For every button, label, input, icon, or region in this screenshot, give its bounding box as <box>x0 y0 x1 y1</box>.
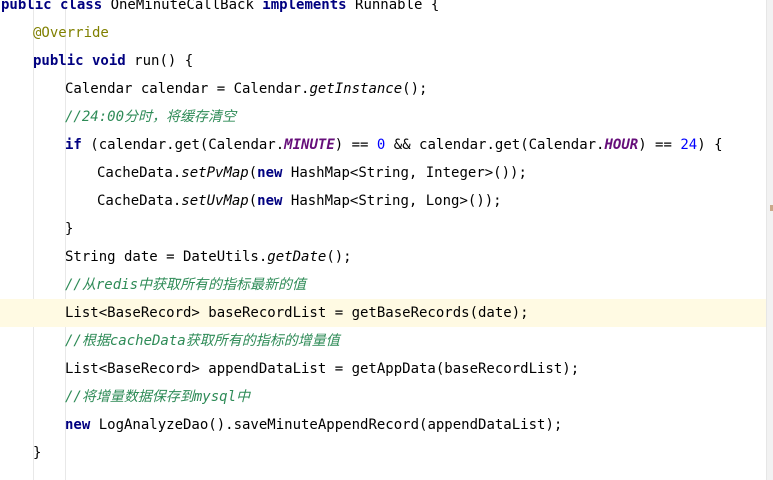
code-line[interactable]: if (calendar.get(Calendar.MINUTE) == 0 &… <box>0 131 766 159</box>
code-line[interactable]: //从redis中获取所有的指标最新的值 <box>0 271 766 299</box>
code-token: } <box>33 445 42 461</box>
code-text: //从redis中获取所有的指标最新的值 <box>65 271 306 299</box>
code-line[interactable]: //根据cacheData获取所有的指标的增量值 <box>0 327 766 355</box>
code-text: public void run() { <box>33 47 193 75</box>
code-token: OneMinuteCallBack <box>110 0 263 13</box>
code-token: CacheData. <box>97 165 182 181</box>
code-text: public class OneMinuteCallBack implement… <box>1 0 439 19</box>
code-line[interactable]: @Override <box>0 19 766 47</box>
code-token: getInstance <box>309 81 403 97</box>
code-line[interactable]: } <box>0 215 766 243</box>
editor-scroll-gutter[interactable] <box>767 0 773 480</box>
code-token: } <box>65 221 74 237</box>
code-text: List<BaseRecord> baseRecordList = getBas… <box>65 299 529 327</box>
code-token: HOUR <box>604 137 639 153</box>
code-text: Calendar calendar = Calendar.getInstance… <box>65 75 427 103</box>
code-line[interactable]: List<BaseRecord> baseRecordList = getBas… <box>0 299 766 327</box>
code-token: if <box>65 137 91 153</box>
code-line[interactable]: Calendar calendar = Calendar.getInstance… <box>0 75 766 103</box>
code-token: //将增量数据保存到mysql中 <box>65 389 251 405</box>
code-token: getDate <box>267 249 327 265</box>
code-token: (calendar.get(Calendar. <box>90 137 285 153</box>
code-token: LogAnalyzeDao().saveMinuteAppendRecord(a… <box>98 417 563 433</box>
code-token: (); <box>402 81 428 97</box>
code-token: //24:00分时，将缓存清空 <box>65 109 237 125</box>
code-token: //根据cacheData获取所有的指标的增量值 <box>65 333 340 349</box>
code-line[interactable]: public class OneMinuteCallBack implement… <box>0 0 766 19</box>
code-line[interactable]: String date = DateUtils.getDate(); <box>0 243 766 271</box>
code-token: new <box>65 417 99 433</box>
code-token: ) == <box>638 137 681 153</box>
code-text: } <box>33 439 41 467</box>
code-token: setUvMap <box>181 193 249 209</box>
code-token: List<BaseRecord> appendDataList = getApp… <box>65 361 580 377</box>
code-token: ( <box>248 165 258 181</box>
code-token: @Override <box>33 25 109 41</box>
code-line[interactable]: //将增量数据保存到mysql中 <box>0 383 766 411</box>
code-text: CacheData.setPvMap(new HashMap<String, I… <box>97 159 527 187</box>
code-token: run() { <box>134 53 194 69</box>
code-token: 0 <box>376 137 394 153</box>
code-token: (); <box>326 249 352 265</box>
code-text: //24:00分时，将缓存清空 <box>65 103 236 131</box>
code-text: List<BaseRecord> appendDataList = getApp… <box>65 355 579 383</box>
code-token: && calendar.get(Calendar. <box>393 137 605 153</box>
code-token: public void <box>33 53 135 69</box>
code-token: MINUTE <box>284 137 335 153</box>
code-token: //从redis中获取所有的指标最新的值 <box>65 277 307 293</box>
code-token: List<BaseRecord> baseRecordList = getBas… <box>65 305 529 321</box>
code-token: implements <box>262 0 356 13</box>
code-token: new <box>257 193 291 209</box>
code-text: CacheData.setUvMap(new HashMap<String, L… <box>97 187 502 215</box>
code-token: ) == <box>334 137 377 153</box>
code-text: String date = DateUtils.getDate(); <box>65 243 352 271</box>
code-text: new LogAnalyzeDao().saveMinuteAppendReco… <box>65 411 562 439</box>
code-token: String date = DateUtils. <box>65 249 268 265</box>
code-token: ( <box>248 193 258 209</box>
code-token: HashMap<String, Integer>()); <box>290 165 527 181</box>
code-token: new <box>257 165 291 181</box>
code-token: 24 <box>680 137 698 153</box>
code-line[interactable]: } <box>0 439 766 467</box>
code-token: setPvMap <box>181 165 249 181</box>
code-text: //将增量数据保存到mysql中 <box>65 383 250 411</box>
code-token: ) { <box>697 137 723 153</box>
code-token: public class <box>1 0 111 13</box>
code-line[interactable]: //24:00分时，将缓存清空 <box>0 103 766 131</box>
code-token: Calendar calendar = Calendar. <box>65 81 310 97</box>
code-line[interactable]: public void run() { <box>0 47 766 75</box>
code-token: HashMap<String, Long>()); <box>290 193 502 209</box>
code-token: CacheData. <box>97 193 182 209</box>
code-text: if (calendar.get(Calendar.MINUTE) == 0 &… <box>65 131 723 159</box>
code-token: Runnable { <box>355 0 440 13</box>
code-text: //根据cacheData获取所有的指标的增量值 <box>65 327 340 355</box>
code-text: } <box>65 215 73 243</box>
code-editor[interactable]: public class OneMinuteCallBack implement… <box>0 0 767 480</box>
code-line[interactable]: List<BaseRecord> appendDataList = getApp… <box>0 355 766 383</box>
code-line[interactable]: new LogAnalyzeDao().saveMinuteAppendReco… <box>0 411 766 439</box>
code-line[interactable]: CacheData.setUvMap(new HashMap<String, L… <box>0 187 766 215</box>
code-line[interactable]: CacheData.setPvMap(new HashMap<String, I… <box>0 159 766 187</box>
code-text: @Override <box>33 19 109 47</box>
